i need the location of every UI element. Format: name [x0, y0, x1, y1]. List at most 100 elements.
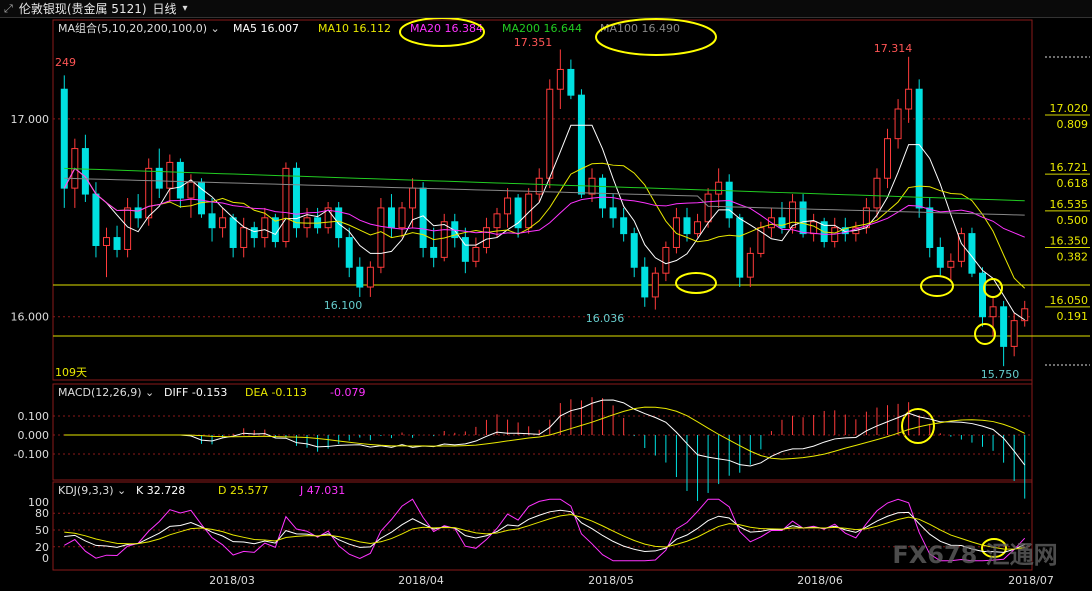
bars-count-label: 109天: [55, 366, 87, 379]
candle-body: [947, 260, 955, 268]
kdj-tick-label: 80: [35, 507, 49, 520]
fib-ratio-label: 0.191: [1057, 310, 1089, 323]
price-chart[interactable]: 17.000 16.000 17.020 0.809 16.721 0.618 16.535…: [0, 0, 1092, 591]
price-tick-label: 16.000: [11, 311, 50, 324]
candle-body: [567, 68, 575, 96]
diff-line: [64, 399, 1026, 467]
candle-body: [1000, 306, 1008, 347]
candle-body: [113, 237, 121, 250]
fib-price-label: 16.350: [1050, 234, 1089, 247]
candle-body: [398, 207, 406, 229]
chevron-down-icon[interactable]: ▾: [183, 3, 188, 14]
candle-body: [936, 246, 944, 268]
candle-body: [715, 181, 723, 195]
candle-body: [124, 207, 132, 250]
candle-body: [250, 227, 258, 239]
candle-body: [504, 197, 512, 215]
candle-body: [356, 266, 364, 288]
candle-body: [102, 237, 110, 246]
x-axis-label: 2018/04: [398, 574, 444, 587]
candle-body: [609, 207, 617, 219]
candle-body: [736, 217, 744, 278]
high1-label: 17.351: [514, 36, 553, 49]
candle-body: [683, 217, 691, 235]
candle-body: [630, 233, 638, 268]
candle-body: [377, 207, 385, 268]
candle-body: [493, 213, 501, 229]
macd-tick-label: -0.100: [14, 448, 49, 461]
low3-label: 15.750: [981, 368, 1020, 381]
left-value-label: 249: [55, 56, 76, 69]
candle-body: [546, 88, 554, 179]
candle-body: [81, 148, 89, 195]
candle-body: [430, 246, 438, 258]
fib-ratio-label: 0.500: [1057, 214, 1089, 227]
candle-body: [556, 68, 564, 90]
candle-body: [134, 207, 142, 219]
candle-body: [789, 201, 797, 229]
watermark-logo: FX678 汇通网: [892, 541, 1057, 569]
j-label: J 47.031: [299, 484, 345, 497]
price-tick-label: 17.000: [11, 113, 50, 126]
ma-legend-ma10: MA10 16.112: [318, 22, 391, 35]
candle-body: [240, 227, 248, 248]
ma5-line: [63, 124, 1026, 321]
candle-body: [461, 237, 469, 262]
ma-legend-label: MA组合(5,10,20,200,100,0) ⌄: [58, 21, 220, 35]
kdj-tick-label: 0: [42, 552, 49, 565]
candle-body: [641, 266, 649, 298]
candle-body: [662, 246, 670, 274]
dea-line: [64, 406, 1025, 460]
x-axis-label: 2018/05: [588, 574, 634, 587]
macd-tick-label: 0.000: [18, 429, 50, 442]
candle-body: [219, 217, 227, 229]
fib-price-label: 16.535: [1050, 198, 1089, 211]
candle-body: [873, 177, 881, 209]
fib-ratio-label: 0.618: [1057, 177, 1089, 190]
candle-body: [894, 108, 902, 140]
fib-price-label: 16.721: [1050, 161, 1089, 174]
candle-body: [229, 217, 237, 248]
low2-label: 16.036: [586, 312, 625, 325]
high2-label: 17.314: [874, 42, 913, 55]
candle-body: [577, 94, 585, 195]
x-axis-label: 2018/06: [797, 574, 843, 587]
highlight-circle: [974, 323, 996, 345]
candle-body: [282, 167, 290, 243]
macd-value: -0.079: [330, 386, 365, 399]
candle-body: [472, 246, 480, 262]
low1-label: 16.100: [324, 299, 363, 312]
candle-body: [92, 193, 100, 246]
candle-body: [672, 217, 680, 248]
candle-body: [704, 193, 712, 223]
candle-body: [387, 207, 395, 229]
candle-body: [884, 138, 892, 179]
x-axis-label: 2018/07: [1008, 574, 1054, 587]
candle-body: [440, 221, 448, 258]
candle-body: [366, 266, 374, 288]
d-label: D 25.577: [218, 484, 268, 497]
candle-body: [409, 187, 417, 209]
highlight-circle: [675, 272, 717, 294]
period-selector[interactable]: 日线: [153, 0, 177, 17]
ma-legend-ma5: MA5 16.007: [233, 22, 299, 35]
ma200-line: [64, 167, 1025, 202]
ma-legend-ma200: MA200 16.644: [502, 22, 582, 35]
ma-legend-ma20: MA20 16.384: [410, 22, 483, 35]
fib-ratio-label: 0.382: [1057, 250, 1089, 263]
candle-body: [345, 237, 353, 268]
candle-body: [746, 252, 754, 278]
expand-icon[interactable]: ⤢: [4, 2, 13, 16]
candle-body: [145, 167, 153, 219]
chart-header: ⤢ 伦敦银现(贵金属 5121) 日线 ▾: [0, 0, 1092, 18]
dea-label: DEA -0.113: [245, 386, 307, 399]
diff-label: DIFF -0.153: [164, 386, 227, 399]
highlight-circle: [920, 275, 954, 297]
kdj-legend: KDJ(9,3,3) ⌄: [58, 484, 126, 497]
candle-body: [620, 217, 628, 235]
candle-body: [166, 161, 174, 189]
candle-body: [778, 217, 786, 229]
candle-body: [1010, 320, 1018, 347]
k-label: K 32.728: [136, 484, 185, 497]
candle-body: [187, 181, 195, 199]
